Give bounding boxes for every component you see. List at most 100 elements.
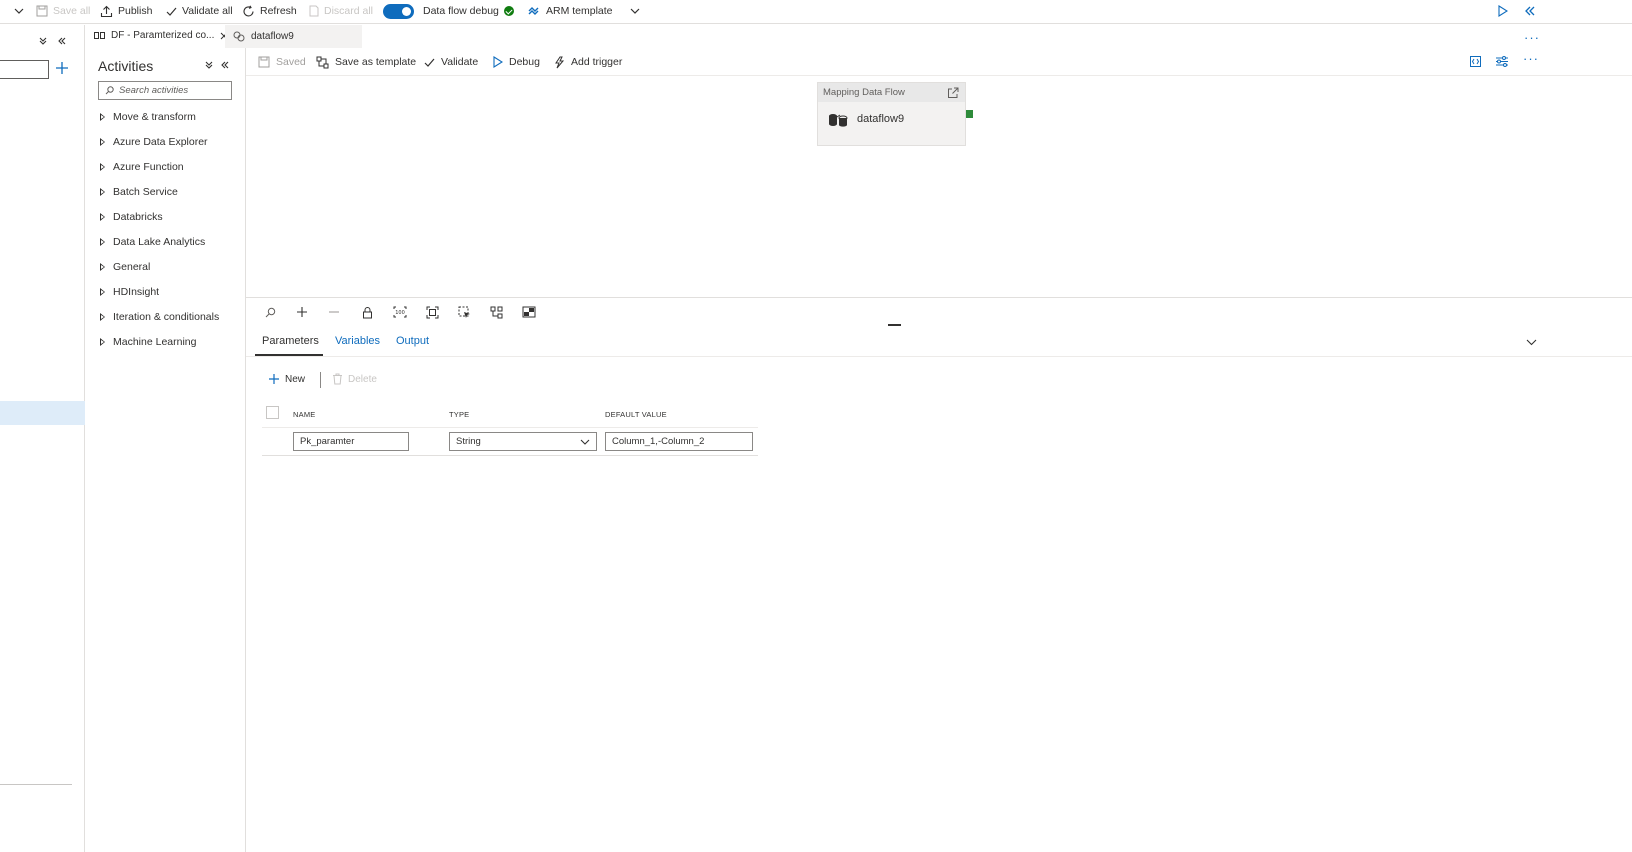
expand-caret-icon bbox=[100, 113, 105, 121]
collapse-panel-chevron-icon[interactable] bbox=[1526, 337, 1537, 347]
activity-group-hdinsight[interactable]: HDInsight bbox=[100, 284, 159, 300]
save-all-button[interactable]: Save all bbox=[36, 0, 90, 22]
discard-all-button[interactable]: Discard all bbox=[308, 0, 373, 22]
save-as-template-label: Save as template bbox=[335, 56, 417, 68]
expand-caret-icon bbox=[100, 138, 105, 146]
save-icon bbox=[36, 5, 48, 17]
activity-group-machine-learning[interactable]: Machine Learning bbox=[100, 334, 196, 350]
canvas-controls: 100 bbox=[246, 297, 1632, 325]
saved-button[interactable]: Saved bbox=[258, 54, 306, 70]
selected-resource-row[interactable] bbox=[0, 401, 85, 425]
tab-pipeline[interactable]: DF - Paramterized co... bbox=[86, 25, 228, 48]
new-label: New bbox=[285, 373, 306, 385]
zoom-in-icon[interactable] bbox=[294, 304, 310, 320]
activity-group-general[interactable]: General bbox=[100, 259, 150, 275]
filter-resources-input[interactable] bbox=[0, 60, 49, 79]
activity-group-label: Batch Service bbox=[113, 186, 178, 198]
discard-icon bbox=[308, 5, 319, 17]
parameter-name-input[interactable]: Pk_paramter bbox=[293, 432, 409, 451]
pipeline-icon bbox=[94, 31, 105, 40]
zoom-100-icon[interactable]: 100 bbox=[392, 304, 408, 320]
arm-template-button[interactable]: ARM template bbox=[528, 0, 640, 22]
add-icon bbox=[268, 373, 280, 385]
command-separator bbox=[320, 372, 321, 388]
activity-group-label: Data Lake Analytics bbox=[113, 236, 206, 248]
factory-resources-pane bbox=[0, 25, 85, 852]
discard-all-label: Discard all bbox=[324, 5, 374, 17]
collapse-all-icon[interactable] bbox=[204, 60, 214, 70]
select-multiple-icon[interactable] bbox=[456, 304, 472, 320]
chevron-down-icon[interactable] bbox=[630, 6, 640, 16]
svg-text:100: 100 bbox=[395, 310, 405, 316]
tab-variables[interactable]: Variables bbox=[335, 335, 380, 347]
run-icon[interactable] bbox=[1497, 0, 1508, 22]
expand-caret-icon bbox=[100, 338, 105, 346]
more-tabs-icon[interactable]: ··· bbox=[1524, 30, 1540, 45]
parameter-type-select[interactable]: String bbox=[449, 432, 597, 451]
debug-button[interactable]: Debug bbox=[492, 54, 540, 70]
hide-activities-icon[interactable] bbox=[220, 60, 230, 70]
activity-group-iteration-conditionals[interactable]: Iteration & conditionals bbox=[100, 309, 219, 325]
activity-group-label: General bbox=[113, 261, 151, 273]
collapse-menu-icon[interactable] bbox=[14, 0, 24, 22]
collapse-pane-icon[interactable] bbox=[57, 36, 67, 46]
parameter-default-value-input[interactable]: Column_1,-Column_2 bbox=[605, 432, 753, 451]
arm-template-icon bbox=[528, 6, 540, 16]
publish-button[interactable]: Publish bbox=[100, 0, 152, 22]
activities-title: Activities bbox=[98, 58, 154, 74]
activity-group-batch-service[interactable]: Batch Service bbox=[100, 184, 178, 200]
add-trigger-button[interactable]: Add trigger bbox=[553, 54, 622, 70]
new-parameter-button[interactable]: New bbox=[268, 373, 305, 385]
search-activities-input[interactable]: Search activities bbox=[98, 81, 232, 100]
zoom-out-icon[interactable] bbox=[326, 304, 342, 320]
validate-all-button[interactable]: Validate all bbox=[166, 0, 233, 22]
activity-group-azure-data-explorer[interactable]: Azure Data Explorer bbox=[100, 134, 208, 150]
add-resource-icon[interactable] bbox=[55, 61, 69, 75]
activity-group-azure-function[interactable]: Azure Function bbox=[100, 159, 184, 175]
tab-parameters[interactable]: Parameters bbox=[262, 335, 319, 347]
saved-label: Saved bbox=[276, 56, 306, 68]
properties-icon[interactable] bbox=[1495, 55, 1509, 68]
properties-panel: Parameters Variables Output New Delete N… bbox=[246, 326, 1632, 852]
more-options-icon[interactable]: ··· bbox=[1523, 51, 1539, 66]
active-tab-indicator bbox=[255, 354, 323, 356]
mapping-data-flow-activity[interactable]: Mapping Data Flow dataflow9 bbox=[817, 82, 966, 146]
tab-label: dataflow9 bbox=[251, 31, 294, 42]
expand-caret-icon bbox=[100, 288, 105, 296]
tab-output[interactable]: Output bbox=[396, 335, 429, 347]
pipeline-canvas[interactable]: Mapping Data Flow dataflow9 bbox=[246, 77, 1632, 297]
auto-align-icon[interactable] bbox=[488, 304, 504, 320]
validate-button[interactable]: Validate bbox=[424, 54, 478, 70]
search-icon[interactable] bbox=[262, 304, 278, 320]
success-connector-handle[interactable] bbox=[966, 110, 973, 118]
activity-group-move-transform[interactable]: Move & transform bbox=[100, 109, 196, 125]
collapse-double-chevron-icon[interactable] bbox=[1524, 0, 1536, 22]
column-header-default-value: DEFAULT VALUE bbox=[605, 410, 667, 419]
data-flow-debug-toggle[interactable]: Data flow debug bbox=[383, 0, 514, 22]
refresh-button[interactable]: Refresh bbox=[242, 0, 297, 22]
delete-parameter-button[interactable]: Delete bbox=[332, 373, 377, 385]
code-view-icon[interactable] bbox=[1469, 55, 1482, 68]
delete-label: Delete bbox=[348, 373, 377, 385]
parameter-default-value: Column_1,-Column_2 bbox=[612, 436, 705, 447]
column-header-name: NAME bbox=[293, 410, 316, 419]
activity-group-data-lake-analytics[interactable]: Data Lake Analytics bbox=[100, 234, 205, 250]
expand-all-icon[interactable] bbox=[38, 36, 48, 46]
select-all-checkbox[interactable] bbox=[266, 406, 279, 419]
minimap-icon[interactable] bbox=[521, 304, 537, 320]
activity-group-label: Azure Data Explorer bbox=[113, 136, 208, 148]
activities-pane: Activities Search activities Move & tran… bbox=[86, 48, 246, 852]
open-external-icon[interactable] bbox=[947, 87, 959, 99]
toggle-switch[interactable] bbox=[383, 3, 414, 19]
save-as-template-button[interactable]: Save as template bbox=[316, 54, 416, 70]
play-icon bbox=[492, 56, 503, 68]
save-icon bbox=[258, 56, 270, 68]
expand-caret-icon bbox=[100, 238, 105, 246]
lock-icon[interactable] bbox=[359, 304, 375, 320]
publish-label: Publish bbox=[118, 5, 153, 17]
activity-group-databricks[interactable]: Databricks bbox=[100, 209, 163, 225]
add-trigger-label: Add trigger bbox=[571, 56, 623, 68]
parameter-name-value: Pk_paramter bbox=[300, 436, 355, 447]
fit-to-screen-icon[interactable] bbox=[424, 304, 440, 320]
tab-dataflow[interactable]: dataflow9 bbox=[225, 25, 362, 48]
